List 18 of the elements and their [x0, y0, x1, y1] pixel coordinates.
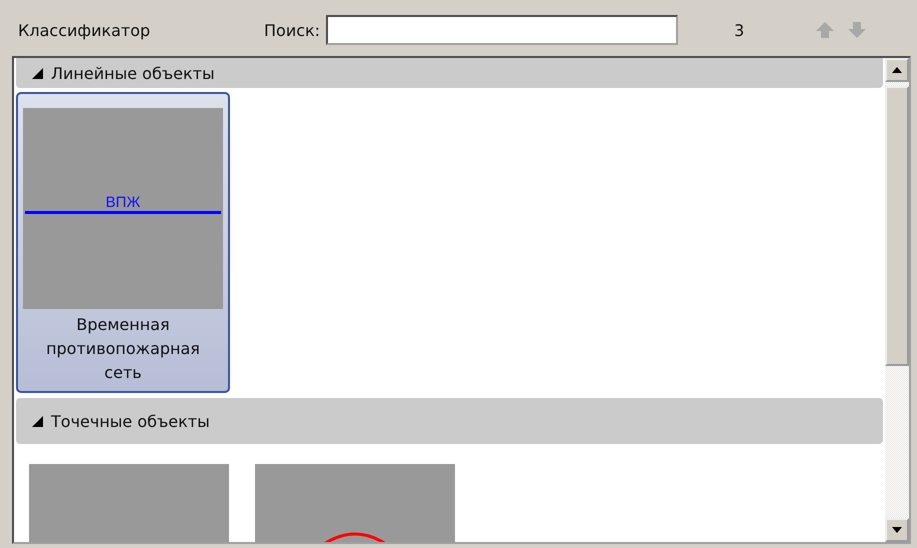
scroll-down-button[interactable]	[885, 518, 909, 542]
up-triangle-icon	[892, 67, 902, 73]
result-count: 3	[734, 20, 746, 40]
symbol-card[interactable]: ВПЖ Временная противопожарная сеть	[16, 92, 230, 393]
scroll-up-button[interactable]	[885, 58, 909, 82]
group-header[interactable]: Точечные объекты	[16, 398, 883, 444]
symbol-text: ВПЖ	[106, 194, 140, 210]
search-label: Поиск:	[264, 20, 320, 40]
group-title: Линейные объекты	[51, 64, 215, 82]
scrollbar-thumb[interactable]	[885, 86, 909, 366]
collapse-triangle-icon[interactable]	[32, 416, 43, 426]
group-title: Точечные объекты	[51, 412, 210, 430]
group-header[interactable]: Линейные объекты	[16, 58, 883, 88]
down-triangle-icon	[892, 527, 902, 533]
collapse-triangle-icon[interactable]	[32, 68, 43, 78]
search-field[interactable]	[326, 15, 678, 45]
panel-title: Классификатор	[17, 20, 152, 40]
symbol-label: Временная противопожарная сеть	[45, 314, 201, 384]
